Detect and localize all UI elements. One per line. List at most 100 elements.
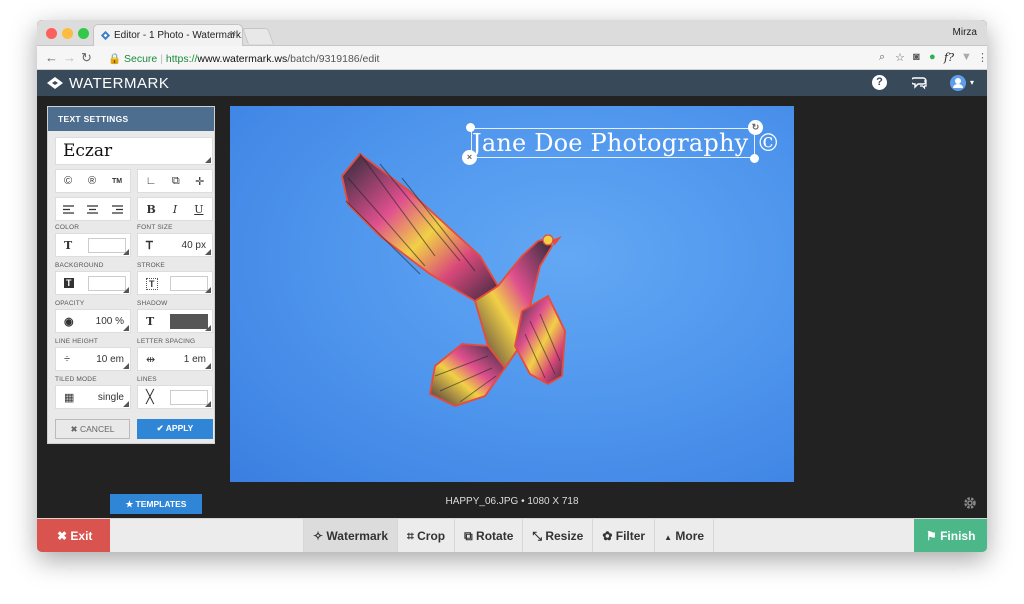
close-window-button[interactable] bbox=[46, 28, 57, 39]
line-height-label: LINE HEIGHT bbox=[55, 338, 99, 345]
dropdown-corner-icon bbox=[205, 249, 211, 255]
formula-extension-icon[interactable]: f? bbox=[944, 51, 954, 64]
letter-spacing-icon: ⇹ bbox=[146, 354, 156, 366]
brand-name: WATERMARK bbox=[69, 75, 170, 92]
tab-watermark-label: Watermark bbox=[326, 529, 388, 543]
align-center-icon[interactable] bbox=[87, 204, 99, 214]
dropdown-corner-icon bbox=[205, 287, 211, 293]
stroke-field[interactable]: T bbox=[137, 271, 213, 295]
align-left-icon[interactable] bbox=[62, 204, 74, 214]
editor-area: TEXT SETTINGS Eczar © ® TM ∟ ⧉ ✛ B I U C… bbox=[37, 96, 987, 518]
letter-spacing-field[interactable]: ⇹ 1 em bbox=[137, 347, 213, 371]
copy-layer-icon[interactable]: ⧉ bbox=[172, 175, 180, 188]
bold-button[interactable]: B bbox=[147, 203, 156, 216]
tiled-mode-field[interactable]: ▦ single bbox=[55, 385, 131, 409]
help-icon[interactable]: ? bbox=[872, 75, 887, 90]
background-field[interactable]: T bbox=[55, 271, 131, 295]
trademark-button[interactable]: TM bbox=[112, 178, 122, 185]
watermark-text-box[interactable]: Jane Doe Photography © bbox=[471, 128, 780, 158]
align-right-icon[interactable] bbox=[112, 204, 124, 214]
resize-handle-top-left[interactable] bbox=[466, 123, 475, 132]
shadow-swatch bbox=[170, 314, 208, 329]
shadow-icon: T bbox=[146, 315, 155, 328]
remove-watermark-icon[interactable]: × bbox=[462, 150, 477, 165]
line-height-field[interactable]: ÷ 10 em bbox=[55, 347, 131, 371]
registered-button[interactable]: ® bbox=[88, 175, 96, 187]
background-color-icon: T bbox=[64, 278, 74, 288]
watermark-text[interactable]: Jane Doe Photography © bbox=[472, 129, 780, 157]
caret-up-icon: ▲ bbox=[664, 533, 673, 542]
minimize-window-button[interactable] bbox=[62, 28, 73, 39]
vue-extension-icon[interactable]: ▼ bbox=[961, 51, 972, 63]
finish-button[interactable]: ⚑ Finish bbox=[914, 519, 987, 552]
italic-button[interactable]: I bbox=[173, 203, 177, 216]
tab-more[interactable]: ▲ More bbox=[655, 519, 715, 552]
browser-menu-icon[interactable]: ⋮ bbox=[977, 51, 987, 64]
lines-cross-icon: ╳ bbox=[146, 389, 154, 404]
exit-button[interactable]: ✖ Exit bbox=[37, 519, 110, 552]
stroke-swatch bbox=[170, 276, 208, 291]
text-color-icon: T bbox=[64, 239, 73, 252]
dropdown-corner-icon bbox=[205, 325, 211, 331]
url-separator: | bbox=[160, 53, 163, 65]
copyright-button[interactable]: © bbox=[64, 175, 72, 187]
browser-tab[interactable]: Editor - 1 Photo - Watermark.w × bbox=[93, 24, 243, 46]
shadow-field[interactable]: T bbox=[137, 309, 213, 333]
reload-icon[interactable]: ↻ bbox=[81, 50, 92, 66]
maximize-window-button[interactable] bbox=[78, 28, 89, 39]
bookmark-star-icon[interactable]: ☆ bbox=[895, 51, 905, 64]
eagle-kite-image bbox=[341, 152, 566, 407]
tab-crop-label: Crop bbox=[417, 529, 446, 543]
dropdown-corner-icon bbox=[205, 363, 211, 369]
back-arrow-icon[interactable]: ← bbox=[45, 50, 58, 65]
background-label: BACKGROUND bbox=[55, 262, 104, 269]
tab-close-icon[interactable]: × bbox=[230, 28, 236, 40]
position-button-group: ∟ ⧉ ✛ bbox=[137, 169, 213, 193]
color-swatch bbox=[88, 238, 126, 253]
forward-arrow-icon[interactable]: → bbox=[63, 50, 76, 65]
corner-position-icon[interactable]: ∟ bbox=[146, 175, 157, 187]
panel-title: TEXT SETTINGS bbox=[48, 107, 214, 131]
tab-more-label: More bbox=[675, 529, 705, 543]
tab-filter[interactable]: ✿ Filter bbox=[593, 519, 656, 552]
resize-handle-bottom-right[interactable] bbox=[750, 154, 759, 163]
settings-gear-icon[interactable] bbox=[963, 496, 977, 510]
color-field[interactable]: T bbox=[55, 233, 131, 257]
text-settings-panel: TEXT SETTINGS Eczar © ® TM ∟ ⧉ ✛ B I U C… bbox=[47, 106, 215, 444]
crop-icon: ⌗ bbox=[407, 529, 414, 543]
avatar-dropdown-caret-icon[interactable]: ▾ bbox=[970, 78, 974, 87]
file-info: HAPPY_06.JPG • 1080 X 718 bbox=[445, 496, 579, 507]
user-avatar-icon[interactable] bbox=[950, 75, 966, 91]
tab-resize[interactable]: ⤡ Resize bbox=[523, 519, 594, 552]
lines-field[interactable]: ╳ bbox=[137, 385, 213, 409]
tab-watermark[interactable]: ✧ Watermark bbox=[303, 519, 398, 552]
green-extension-icon[interactable]: ● bbox=[929, 51, 936, 63]
cancel-button[interactable]: ✖ CANCEL bbox=[55, 419, 130, 439]
stroke-icon: T bbox=[146, 278, 158, 290]
font-size-field[interactable]: ꓔ 40 px bbox=[137, 233, 213, 257]
profile-name[interactable]: Mirza bbox=[953, 27, 977, 38]
dropdown-corner-icon bbox=[205, 401, 211, 407]
background-swatch bbox=[88, 276, 126, 291]
chat-bubble-icon[interactable] bbox=[912, 76, 928, 90]
font-select[interactable]: Eczar bbox=[55, 137, 213, 165]
rotate-handle-icon[interactable]: ↻ bbox=[748, 120, 763, 135]
opacity-field[interactable]: ◉ 100 % bbox=[55, 309, 131, 333]
brand-logo[interactable]: WATERMARK bbox=[47, 75, 169, 92]
secure-label: Secure bbox=[124, 53, 158, 65]
line-height-value: 10 em bbox=[96, 354, 124, 365]
url-input[interactable]: 🔒 Secure | https://www.watermark.ws/batc… bbox=[102, 49, 872, 67]
move-center-icon[interactable]: ✛ bbox=[195, 175, 204, 188]
new-tab-button[interactable] bbox=[242, 28, 274, 44]
lines-label: LINES bbox=[137, 376, 157, 383]
zoom-icon[interactable]: ⌕ bbox=[879, 51, 885, 64]
apply-button[interactable]: ✔ APPLY bbox=[137, 419, 213, 439]
photo-canvas[interactable]: Jane Doe Photography © × ↻ bbox=[230, 106, 794, 482]
tab-crop[interactable]: ⌗ Crop bbox=[398, 519, 456, 552]
underline-button[interactable]: U bbox=[194, 203, 203, 216]
pocket-extension-icon[interactable]: ◙ bbox=[913, 51, 920, 63]
tab-rotate[interactable]: ⧉ Rotate bbox=[455, 519, 524, 552]
tiled-mode-value: single bbox=[97, 392, 124, 403]
alignment-button-group bbox=[55, 197, 131, 221]
bottom-toolbar: ✖ Exit ✧ Watermark ⌗ Crop ⧉ Rotate ⤡ Res… bbox=[37, 518, 987, 552]
